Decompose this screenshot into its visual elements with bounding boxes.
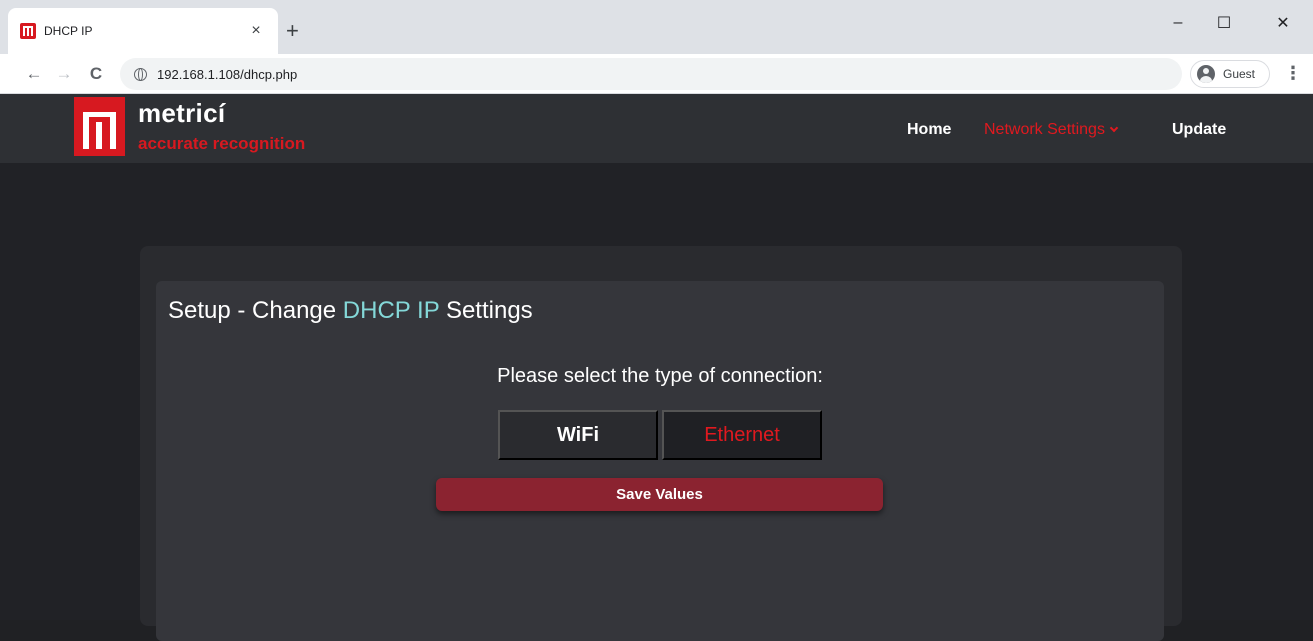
site-navbar: metricí accurate recognition Home Networ… <box>0 94 1313 163</box>
nav-network-settings[interactable]: Network Settings <box>984 121 1119 139</box>
globe-icon[interactable] <box>134 67 147 81</box>
metrici-logo-icon[interactable] <box>74 97 125 156</box>
metrici-favicon-icon <box>20 23 36 39</box>
profile-button[interactable]: Guest <box>1190 60 1270 88</box>
forward-button[interactable]: → <box>52 62 76 86</box>
save-values-button[interactable]: Save Values <box>436 478 883 511</box>
avatar-icon <box>1197 65 1215 83</box>
tab-close-icon[interactable]: × <box>246 22 266 40</box>
nav-update[interactable]: Update <box>1172 121 1226 139</box>
chevron-down-icon <box>1109 123 1119 133</box>
dhcp-settings-card: Setup - Change DHCP IP Settings Please s… <box>156 281 1164 641</box>
close-window-button[interactable]: ✕ <box>1260 8 1306 38</box>
maximize-button[interactable]: ☐ <box>1201 8 1247 38</box>
new-tab-button[interactable]: + <box>286 20 299 42</box>
browser-tabstrip: DHCP IP × + – ☐ ✕ <box>0 0 1313 54</box>
page-title: Setup - Change DHCP IP Settings <box>168 297 533 325</box>
browser-toolbar: ← → C 192.168.1.108/dhcp.php Guest ⋮ <box>0 54 1313 94</box>
url-text: 192.168.1.108/dhcp.php <box>157 66 298 82</box>
ethernet-option-button[interactable]: Ethernet <box>662 410 822 460</box>
browser-menu-icon[interactable]: ⋮ <box>1284 64 1302 82</box>
browser-tab[interactable]: DHCP IP × <box>8 8 278 54</box>
address-bar[interactable]: 192.168.1.108/dhcp.php <box>120 58 1182 90</box>
nav-network-settings-label: Network Settings <box>984 121 1105 138</box>
title-highlight: DHCP IP <box>342 297 440 324</box>
title-suffix: Settings <box>439 297 533 324</box>
wifi-option-button[interactable]: WiFi <box>498 410 658 460</box>
back-button[interactable]: ← <box>22 62 46 86</box>
brand-tagline: accurate recognition <box>138 134 306 153</box>
nav-home[interactable]: Home <box>907 121 951 139</box>
reload-button[interactable]: C <box>84 62 108 86</box>
tab-title: DHCP IP <box>44 24 93 38</box>
profile-label: Guest <box>1223 67 1256 81</box>
brand-name[interactable]: metricí <box>138 98 225 129</box>
title-prefix: Setup - Change <box>168 297 343 324</box>
minimize-button[interactable]: – <box>1155 8 1201 38</box>
connection-prompt: Please select the type of connection: <box>497 365 823 387</box>
